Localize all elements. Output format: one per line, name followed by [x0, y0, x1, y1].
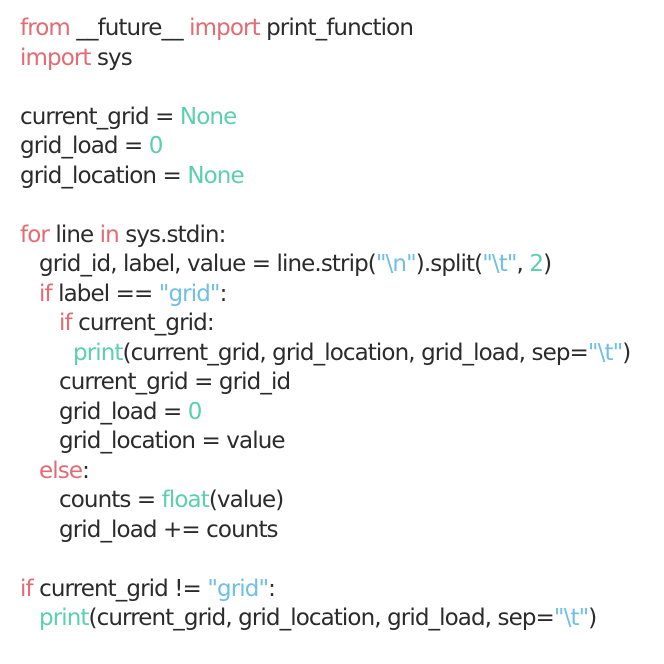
code-token: import: [20, 44, 91, 71]
code-line: else:: [20, 457, 630, 487]
code-token: (current_grid, grid_location, grid_load,…: [122, 339, 589, 366]
code-token: "\t": [553, 605, 589, 631]
code-line: print(current_grid, grid_location, grid_…: [20, 604, 630, 634]
code-token: 0: [148, 133, 164, 159]
code-token: ,: [516, 251, 530, 277]
code-line: grid_location = value: [20, 427, 630, 457]
code-line: current_grid = grid_id: [20, 368, 630, 398]
code-token: "grid": [207, 575, 269, 602]
code-token: __future__: [69, 15, 190, 41]
code-line: if current_grid:: [20, 309, 630, 339]
code-token: if: [39, 280, 53, 307]
code-token: from: [20, 15, 71, 41]
code-line: print(current_grid, grid_location, grid_…: [20, 339, 631, 369]
code-token: counts =: [59, 487, 162, 513]
code-token: ): [588, 605, 597, 631]
code-token: "\t": [587, 339, 623, 366]
code-line: grid_load += counts: [20, 516, 630, 546]
code-token: :: [268, 575, 276, 602]
code-token: sys: [90, 44, 133, 71]
code-token: :: [219, 280, 228, 307]
code-token: grid_location =: [20, 162, 188, 189]
code-line: if label == "grid":: [20, 280, 630, 310]
code-line: grid_load = 0: [20, 132, 630, 162]
code-token: ): [622, 339, 631, 366]
code-token: print: [73, 339, 123, 366]
code-token: if: [59, 310, 73, 336]
code-token: grid_id, label, value = line.strip(: [39, 251, 377, 277]
code-token: :: [82, 457, 90, 484]
code-token: "\t": [482, 251, 517, 277]
code-line: grid_load = 0: [20, 398, 630, 428]
code-token: print_function: [259, 15, 414, 41]
code-token: (current_grid, grid_location, grid_load,…: [88, 605, 555, 631]
code-token: else: [39, 457, 83, 484]
code-token: 2: [529, 251, 544, 277]
code-token: print: [39, 605, 89, 631]
code-block: from __future__ import print_function imp…: [20, 14, 631, 634]
code-token: "grid": [158, 280, 221, 307]
code-line: if current_grid != "grid":: [20, 575, 630, 605]
code-token: sys.stdin:: [118, 221, 226, 248]
code-token: grid_load =: [59, 398, 188, 425]
code-line: current_grid = None: [20, 103, 630, 133]
code-token: current_grid !=: [32, 575, 208, 602]
code-token: 0: [187, 398, 203, 425]
code-token: grid_load =: [20, 133, 149, 159]
code-token: ): [543, 251, 552, 277]
code-token: None: [187, 162, 244, 189]
code-token: None: [179, 103, 237, 130]
code-token: (value): [208, 487, 284, 513]
code-token: current_grid:: [71, 310, 214, 336]
code-token: label ==: [51, 280, 159, 307]
code-token: if: [20, 575, 34, 602]
code-token: grid_location = value: [59, 428, 286, 454]
code-token: for: [20, 221, 50, 248]
code-token: "\n": [375, 251, 417, 277]
code-token: in: [99, 221, 120, 248]
code-token: current_grid =: [20, 103, 180, 130]
code-line: import sys: [20, 44, 630, 74]
code-line: counts = float(value): [20, 486, 630, 516]
code-line: grid_location = None: [20, 162, 630, 192]
code-token: import: [189, 15, 260, 41]
code-line: for line in sys.stdin:: [20, 221, 630, 251]
code-token: ).split(: [415, 251, 483, 277]
code-line: grid_id, label, value = line.strip("\n")…: [20, 250, 630, 280]
code-token: grid_load += counts: [59, 516, 279, 543]
code-token: line: [48, 221, 100, 248]
code-token: float: [161, 487, 210, 513]
code-token: current_grid = grid_id: [59, 369, 291, 395]
code-line: from __future__ import print_function: [20, 14, 630, 44]
